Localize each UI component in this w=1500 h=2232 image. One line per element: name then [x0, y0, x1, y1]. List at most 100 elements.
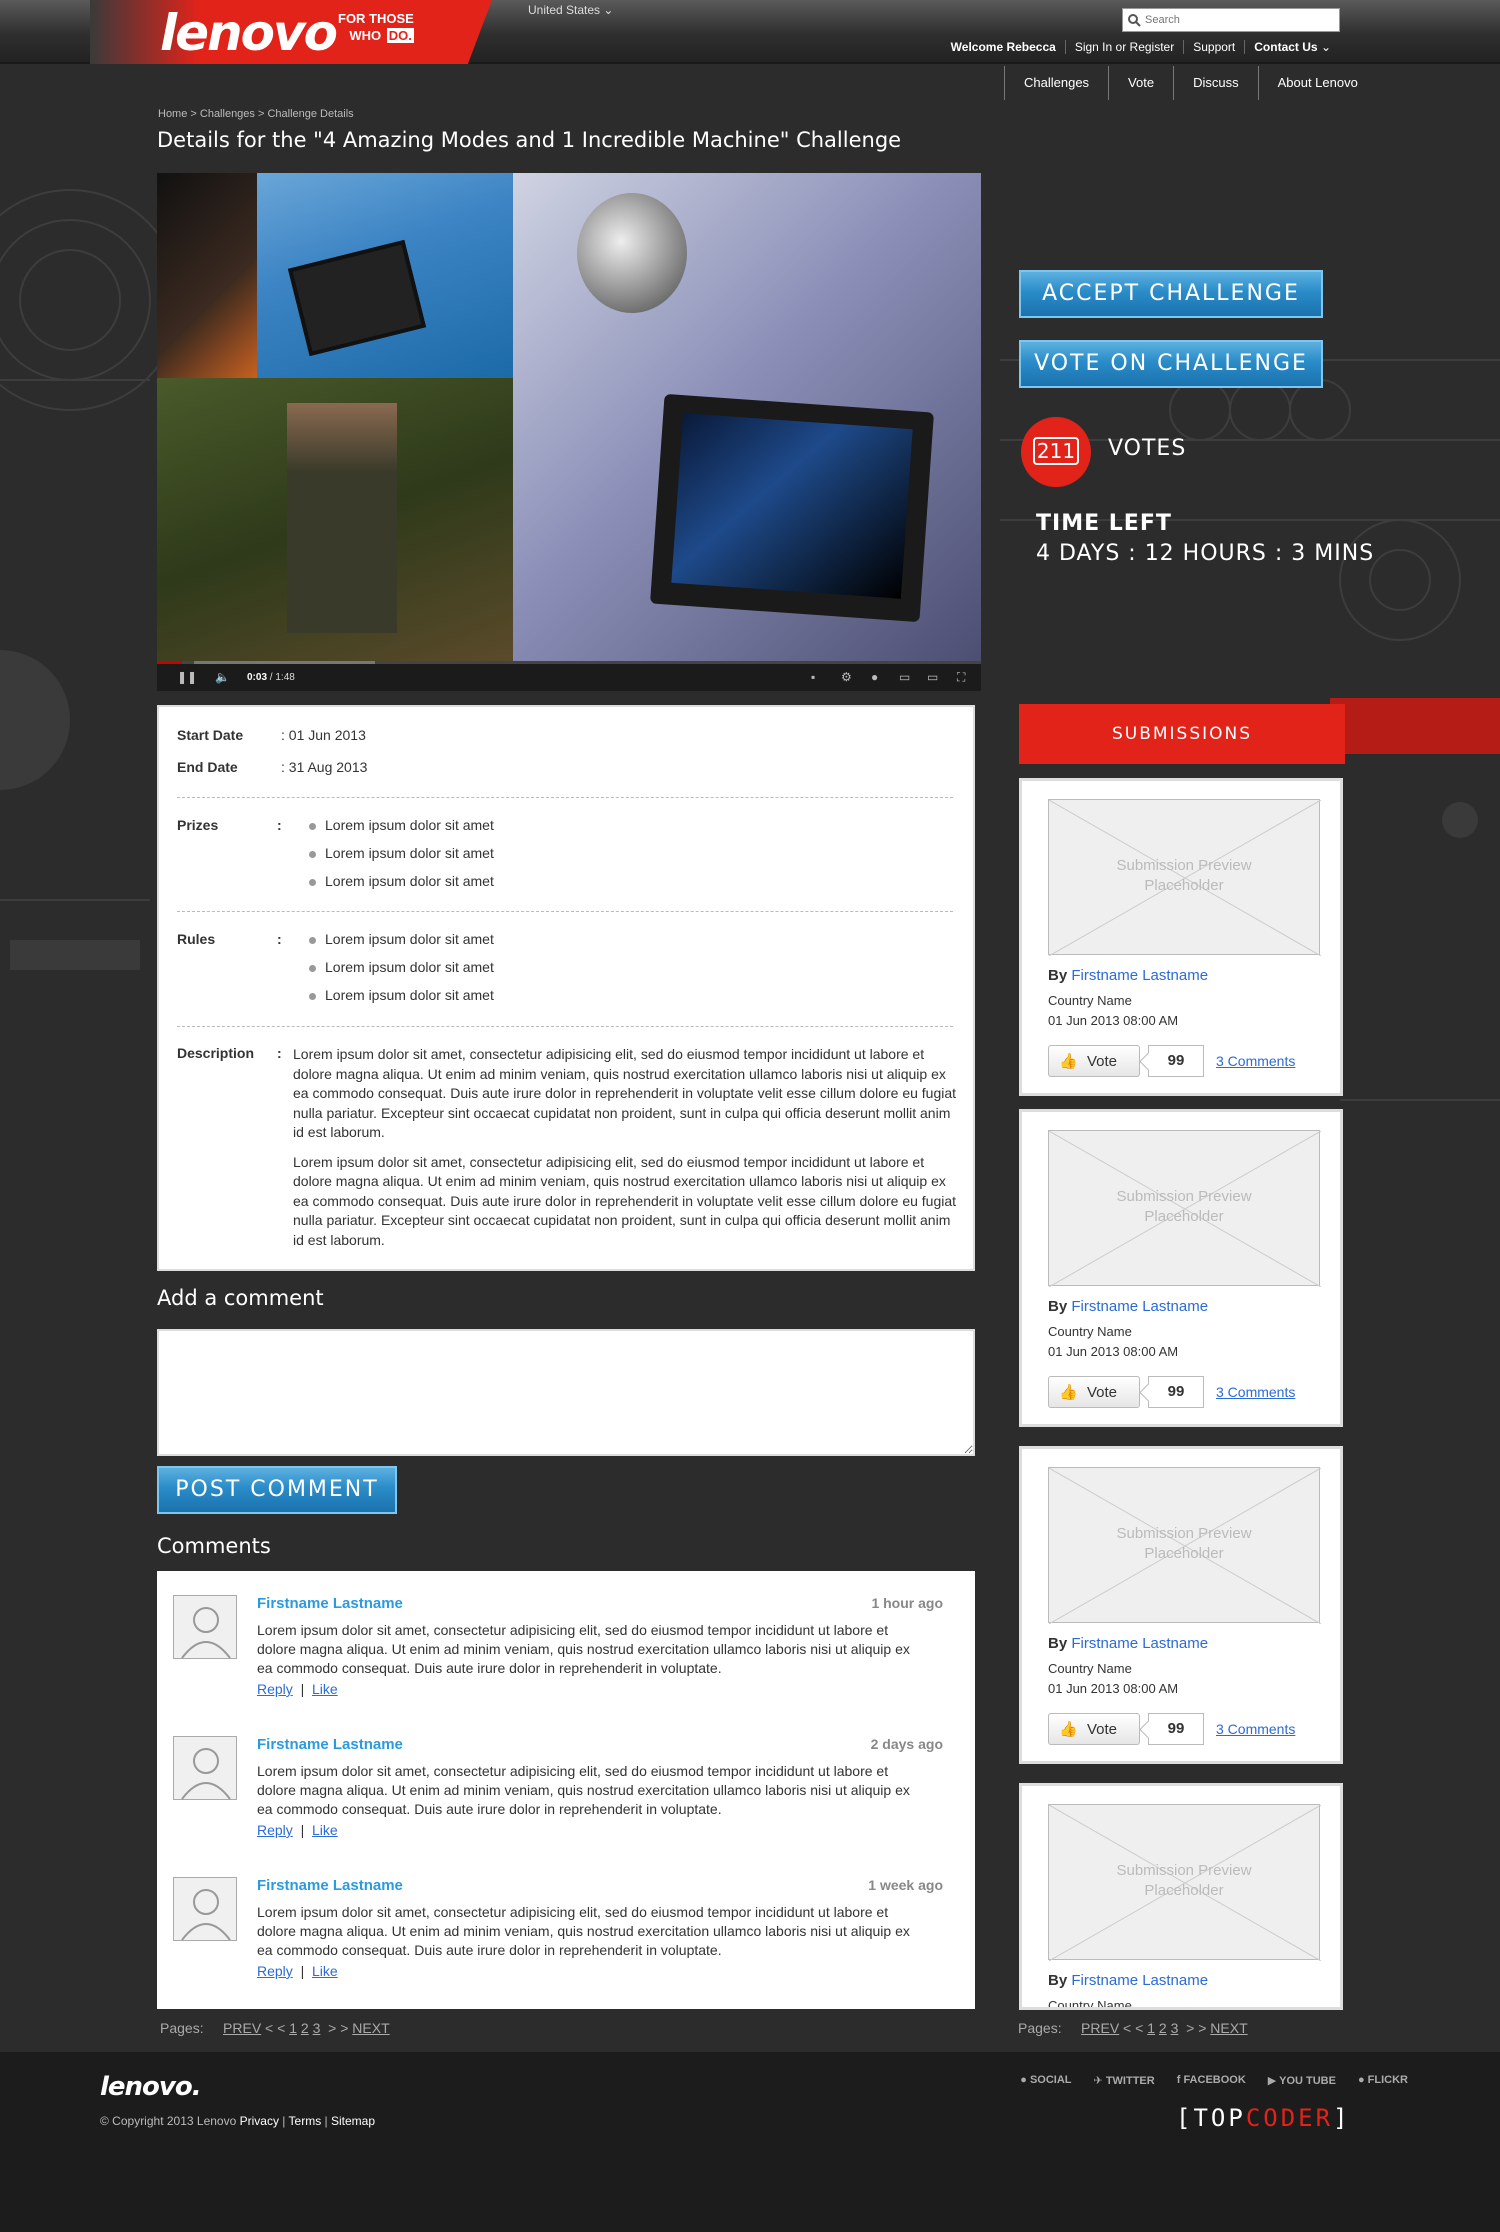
search-box[interactable]: [1122, 8, 1340, 32]
submission-author[interactable]: Firstname Lastname: [1071, 967, 1208, 984]
vote-count: 99: [1148, 1045, 1204, 1077]
reply-link[interactable]: Reply: [257, 1822, 293, 1838]
main-nav: Challenges Vote Discuss About Lenovo: [1004, 66, 1377, 100]
large-player-icon[interactable]: ▭: [927, 670, 938, 684]
votes-badge: 211: [1021, 417, 1091, 487]
volume-icon[interactable]: 🔈: [215, 670, 230, 684]
sitemap-link[interactable]: Sitemap: [331, 2114, 375, 2128]
submission-preview[interactable]: Submission Preview Placeholder: [1048, 1804, 1321, 1961]
like-link[interactable]: Like: [312, 1681, 338, 1697]
submission-author[interactable]: Firstname Lastname: [1071, 1972, 1208, 1989]
nav-vote[interactable]: Vote: [1108, 66, 1173, 100]
video-progress-bar[interactable]: [157, 661, 981, 664]
pause-icon[interactable]: ❚❚: [177, 670, 197, 684]
sign-in-link[interactable]: Sign In or Register: [1064, 40, 1183, 54]
twitter-link[interactable]: ✈ TWITTER: [1094, 2074, 1155, 2087]
prizes-label: Prizes: [177, 817, 219, 833]
avatar: [173, 1736, 237, 1800]
submission-card: Submission Preview Placeholder By Firstn…: [1019, 1446, 1343, 1764]
list-item: Lorem ipsum dolor sit amet: [309, 845, 494, 873]
comments-list: Firstname Lastname 1 hour ago Lorem ipsu…: [157, 1571, 975, 2009]
vote-button[interactable]: 👍 Vote: [1048, 1045, 1140, 1077]
terms-link[interactable]: Terms: [289, 2114, 322, 2128]
list-item: Lorem ipsum dolor sit amet: [309, 873, 494, 901]
search-input[interactable]: [1145, 11, 1335, 29]
submission-author[interactable]: Firstname Lastname: [1071, 1635, 1208, 1652]
youtube-link[interactable]: ▶ YOU TUBE: [1268, 2074, 1336, 2087]
submission-preview[interactable]: Submission Preview Placeholder: [1048, 1467, 1321, 1624]
thumbs-up-icon: 👍: [1059, 1721, 1078, 1738]
reply-link[interactable]: Reply: [257, 1681, 293, 1697]
votes-label: VOTES: [1108, 436, 1187, 461]
prev-link[interactable]: PREV: [223, 2020, 261, 2036]
page-link[interactable]: 2: [301, 2020, 309, 2036]
privacy-link[interactable]: Privacy: [240, 2114, 279, 2128]
contact-us-link[interactable]: Contact Us ⌄: [1244, 40, 1340, 54]
nav-challenges[interactable]: Challenges: [1004, 66, 1108, 100]
page-link[interactable]: 2: [1159, 2020, 1167, 2036]
post-comment-button[interactable]: POST COMMENT: [157, 1466, 397, 1514]
country-selector[interactable]: United States ⌄: [528, 3, 613, 17]
page-link[interactable]: 1: [289, 2020, 297, 2036]
submission-card: Submission Preview Placeholder By Firstn…: [1019, 1783, 1343, 2010]
next-link[interactable]: NEXT: [1210, 2020, 1247, 2036]
facebook-link[interactable]: f FACEBOOK: [1177, 2074, 1246, 2087]
comments-count-link[interactable]: 3 Comments: [1216, 1053, 1295, 1069]
small-player-icon[interactable]: ▭: [899, 670, 910, 684]
welcome-text: Welcome Rebecca: [950, 40, 1056, 54]
divider: [177, 1026, 953, 1027]
next-link[interactable]: NEXT: [352, 2020, 389, 2036]
list-item: Lorem ipsum dolor sit amet: [309, 959, 494, 987]
breadcrumb[interactable]: Home > Challenges > Challenge Details: [158, 108, 354, 120]
like-link[interactable]: Like: [312, 1822, 338, 1838]
vote-button[interactable]: 👍 Vote: [1048, 1713, 1140, 1745]
thumbs-up-icon: 👍: [1059, 1053, 1078, 1070]
comment-text: Lorem ipsum dolor sit amet, consectetur …: [257, 1904, 910, 1958]
page-link[interactable]: 3: [313, 2020, 321, 2036]
youtube-icon: ▶: [1267, 2075, 1277, 2087]
nav-discuss[interactable]: Discuss: [1173, 66, 1258, 100]
page-link[interactable]: 1: [1147, 2020, 1155, 2036]
video-time: 0:03 / 1:48: [247, 672, 295, 683]
submission-preview[interactable]: Submission Preview Placeholder: [1048, 799, 1321, 956]
submission-date: 01 Jun 2013 08:00 AM: [1048, 1344, 1179, 1359]
vote-on-challenge-button[interactable]: VOTE ON CHALLENGE: [1019, 340, 1323, 388]
comment-author[interactable]: Firstname Lastname: [257, 1736, 403, 1753]
comments-count-link[interactable]: 3 Comments: [1216, 1721, 1295, 1737]
topcoder-logo[interactable]: [TOPCODER]: [1176, 2104, 1351, 2132]
nav-about-lenovo[interactable]: About Lenovo: [1257, 66, 1377, 100]
top-links: Welcome Rebecca Sign In or Register Supp…: [942, 40, 1340, 54]
footer-logo[interactable]: lenovo.: [100, 2072, 202, 2102]
comment-author[interactable]: Firstname Lastname: [257, 1877, 403, 1894]
lenovo-logo[interactable]: lenovo FOR THOSE WHO DO.: [90, 0, 492, 64]
video-player[interactable]: [157, 173, 981, 691]
avatar: [173, 1877, 237, 1941]
submission-preview[interactable]: Submission Preview Placeholder: [1048, 1130, 1321, 1287]
submissions-pager: Pages: PREV < < 1 2 3 > > NEXT: [1018, 2020, 1248, 2036]
votes-count: 211: [1033, 437, 1079, 465]
support-link[interactable]: Support: [1183, 40, 1244, 54]
comment-textarea[interactable]: [157, 1329, 975, 1456]
settings-gear-icon[interactable]: ⚙: [841, 670, 852, 684]
captions-icon[interactable]: ▪: [811, 670, 815, 684]
comment-author[interactable]: Firstname Lastname: [257, 1595, 403, 1612]
submission-country: Country Name: [1048, 1324, 1132, 1339]
fullscreen-icon[interactable]: ⛶: [957, 670, 965, 685]
prev-link[interactable]: PREV: [1081, 2020, 1119, 2036]
description-text: Lorem ipsum dolor sit amet, consectetur …: [293, 1046, 957, 1248]
vote-button[interactable]: 👍 Vote: [1048, 1376, 1140, 1408]
like-link[interactable]: Like: [312, 1963, 338, 1979]
page-link[interactable]: 3: [1171, 2020, 1179, 2036]
reply-link[interactable]: Reply: [257, 1963, 293, 1979]
submission-card: Submission Preview Placeholder By Firstn…: [1019, 1109, 1343, 1427]
rules-label: Rules: [177, 931, 216, 947]
submission-country: Country Name: [1048, 1661, 1132, 1676]
accept-challenge-button[interactable]: ACCEPT CHALLENGE: [1019, 270, 1323, 318]
comments-count-link[interactable]: 3 Comments: [1216, 1384, 1295, 1400]
submission-author[interactable]: Firstname Lastname: [1071, 1298, 1208, 1315]
flickr-link[interactable]: ● FLICKR: [1358, 2074, 1408, 2087]
social-link[interactable]: ● SOCIAL: [1020, 2074, 1071, 2087]
info-icon[interactable]: ●: [871, 670, 878, 684]
video-thumb-collage: [157, 173, 257, 378]
divider: [177, 911, 953, 912]
